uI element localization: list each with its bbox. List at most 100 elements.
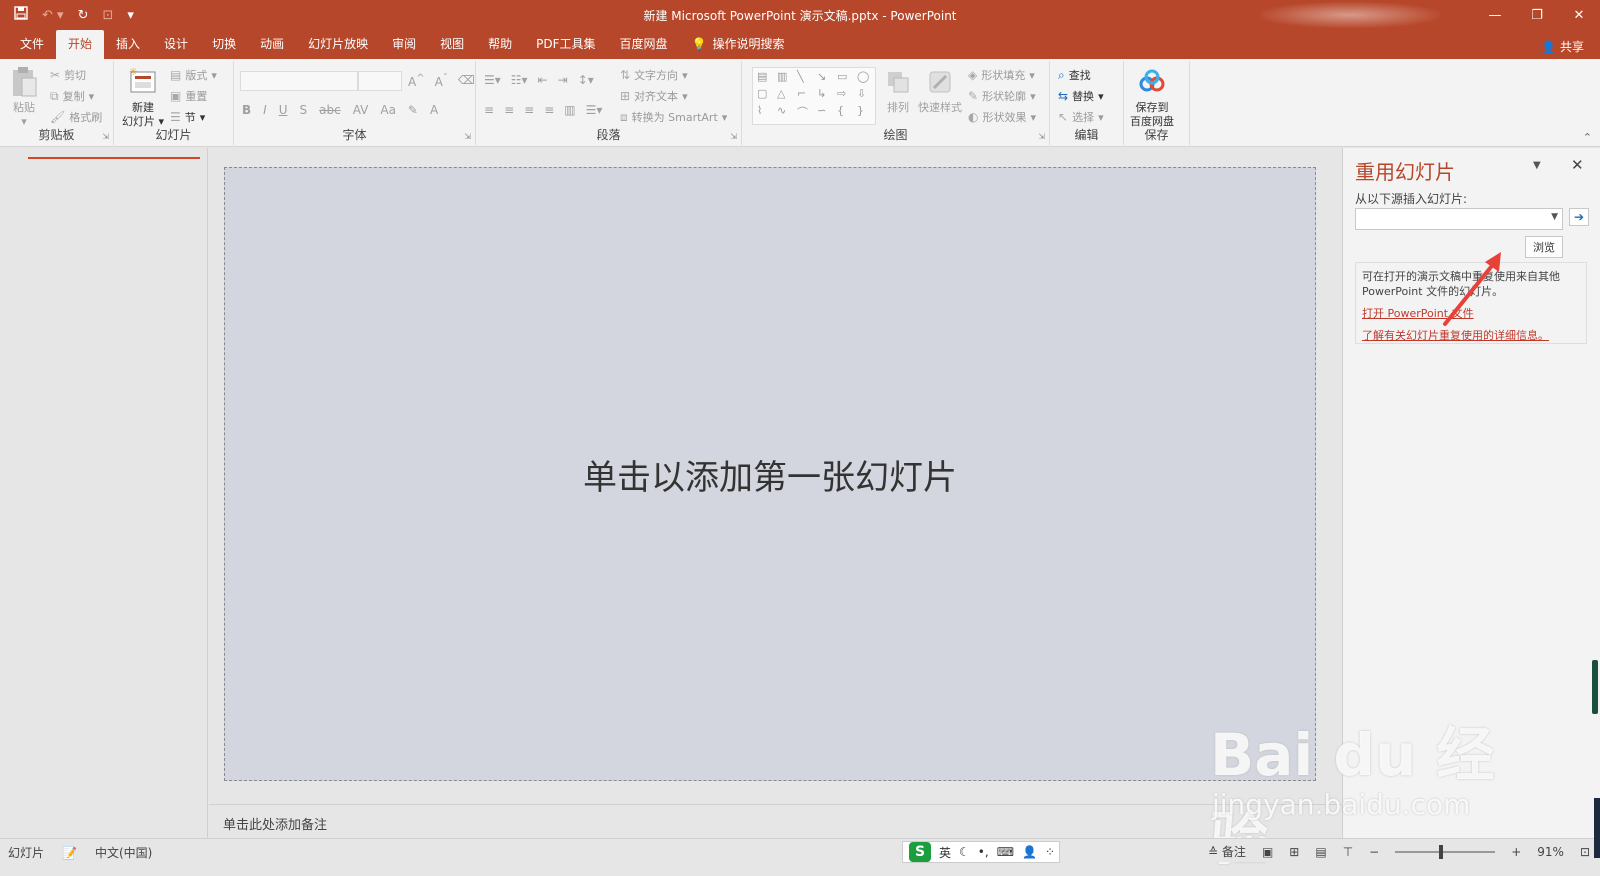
freeform-shape-icon[interactable]: ⌇ (757, 104, 775, 122)
source-input[interactable]: ▼ (1355, 208, 1563, 230)
align-text-button[interactable]: ⊞ 对齐文本 ▾ (620, 88, 688, 104)
shape-effects-button[interactable]: ◐ 形状效果 ▾ (968, 109, 1036, 125)
format-painter-button[interactable]: 🖌 格式刷 (50, 109, 102, 125)
shape-fill-button[interactable]: ◈ 形状填充 ▾ (968, 67, 1035, 83)
section-button[interactable]: ☰ 节 ▾ (170, 109, 205, 125)
go-arrow-icon[interactable]: ➔ (1569, 208, 1589, 226)
tab-baidu-netdisk[interactable]: 百度网盘 (608, 30, 680, 59)
spellcheck-icon[interactable]: 📝 (62, 846, 77, 860)
find-button[interactable]: ⌕ 查找 (1058, 67, 1091, 83)
font-size-combo[interactable] (358, 71, 402, 91)
arrange-button[interactable]: 排列 (882, 65, 914, 115)
tab-home[interactable]: 开始 (56, 30, 105, 59)
slideshow-view-icon[interactable]: ⊤ (1343, 845, 1353, 859)
moon-icon[interactable]: ☾ (959, 845, 970, 859)
font-family-combo[interactable] (240, 71, 358, 91)
paragraph-launcher-icon[interactable]: ⇲ (730, 132, 737, 141)
browse-button[interactable]: 浏览 (1525, 236, 1563, 258)
ime-lang-toggle[interactable]: 英 (939, 844, 951, 861)
curve-shape-icon[interactable]: ∿ (777, 104, 795, 122)
restore-button[interactable]: ❐ (1516, 0, 1558, 30)
right-brace-shape-icon[interactable]: } (857, 104, 875, 122)
tab-file[interactable]: 文件 (8, 30, 56, 59)
slide-canvas[interactable]: 单击以添加第一张幻灯片 (224, 167, 1316, 781)
shadow-button[interactable]: S (300, 103, 308, 117)
line-shape-icon[interactable]: ╲ (797, 70, 815, 85)
grid-menu-icon[interactable]: ⁘ (1045, 845, 1055, 859)
learn-more-link[interactable]: 了解有关幻灯片重复使用的详细信息。 (1362, 328, 1580, 343)
arrow-line-shape-icon[interactable]: ↘ (817, 70, 835, 85)
rect-shape-icon[interactable]: ▭ (837, 70, 855, 85)
minimize-button[interactable]: — (1474, 0, 1516, 30)
numbering-icon[interactable]: ☷▾ (511, 73, 528, 87)
align-center-icon[interactable]: ≡ (504, 103, 514, 117)
align-right-icon[interactable]: ≡ (524, 103, 534, 117)
rounded-rect-shape-icon[interactable]: ▢ (757, 87, 775, 102)
tab-transitions[interactable]: 切换 (200, 30, 248, 59)
reading-view-icon[interactable]: ▤ (1315, 845, 1326, 859)
text-direction-button[interactable]: ⇅ 文字方向 ▾ (620, 67, 688, 83)
tab-design[interactable]: 设计 (152, 30, 200, 59)
paste-button[interactable]: 粘贴 ▾ (8, 65, 40, 129)
shape-outline-button[interactable]: ✎ 形状轮廓 ▾ (968, 88, 1036, 104)
right-arrow-shape-icon[interactable]: ⇨ (837, 87, 855, 102)
slide-thumbnail-pane[interactable] (0, 148, 208, 838)
zoom-in-icon[interactable]: + (1511, 845, 1521, 859)
close-pane-icon[interactable]: ✕ (1571, 156, 1584, 174)
shrink-font-icon[interactable]: Aˇ (435, 73, 448, 89)
reset-button[interactable]: ▣ 重置 (170, 88, 207, 104)
char-spacing-button[interactable]: AV (353, 103, 369, 117)
zoom-level[interactable]: 91% (1537, 845, 1564, 859)
bullets-icon[interactable]: ☰▾ (484, 73, 501, 87)
font-launcher-icon[interactable]: ⇲ (464, 132, 471, 141)
line-spacing-icon[interactable]: ↕▾ (578, 73, 594, 87)
notes-placeholder[interactable]: 单击此处添加备注 (223, 814, 327, 833)
strikethrough-button[interactable]: abc (319, 103, 341, 117)
tell-me-search[interactable]: 💡 操作说明搜索 (680, 30, 797, 59)
convert-smartart-button[interactable]: ⧈ 转换为 SmartArt ▾ (620, 109, 727, 125)
tab-slideshow[interactable]: 幻灯片放映 (296, 30, 380, 59)
italic-button[interactable]: I (263, 103, 267, 117)
copy-button[interactable]: ⧉ 复制 ▾ (50, 88, 94, 104)
tab-help[interactable]: 帮助 (476, 30, 524, 59)
cut-button[interactable]: ✂ 剪切 (50, 67, 86, 83)
change-case-button[interactable]: Aa (380, 103, 396, 117)
layout-button[interactable]: ▤ 版式 ▾ (170, 67, 217, 83)
clear-format-icon[interactable]: ⌫ (458, 73, 475, 89)
bold-button[interactable]: B (242, 103, 251, 117)
sogou-logo-icon[interactable]: S (909, 842, 931, 862)
tab-insert[interactable]: 插入 (104, 30, 152, 59)
user-icon[interactable]: 👤 (1022, 845, 1037, 859)
add-first-slide-placeholder[interactable]: 单击以添加第一张幻灯片 (583, 450, 957, 499)
oval-shape-icon[interactable]: ◯ (857, 70, 875, 85)
tab-animations[interactable]: 动画 (248, 30, 296, 59)
triangle-shape-icon[interactable]: △ (777, 87, 795, 102)
zoom-out-icon[interactable]: − (1369, 845, 1379, 859)
tab-review[interactable]: 审阅 (380, 30, 428, 59)
arc-shape-icon[interactable]: ⌒ (797, 104, 815, 122)
select-button[interactable]: ↖ 选择 ▾ (1058, 109, 1104, 125)
clipboard-launcher-icon[interactable]: ⇲ (102, 132, 109, 141)
wave-shape-icon[interactable]: ∽ (817, 104, 835, 122)
zoom-slider[interactable] (1395, 844, 1496, 859)
tab-pdf-tools[interactable]: PDF工具集 (524, 30, 607, 59)
collapse-ribbon-icon[interactable]: ⌃ (1583, 131, 1592, 144)
close-button[interactable]: ✕ (1558, 0, 1600, 30)
fit-to-window-icon[interactable]: ⊡ (1580, 845, 1590, 859)
chevron-down-icon[interactable]: ▼ (1551, 212, 1558, 222)
justify-icon[interactable]: ≡ (544, 103, 554, 117)
distributed-icon[interactable]: ▥ (564, 103, 575, 117)
textbox-shape-icon[interactable]: ▤ (757, 70, 775, 85)
new-slide-button[interactable]: ✳ 新建 幻灯片 ▾ (122, 65, 164, 129)
normal-view-icon[interactable]: ▣ (1262, 845, 1273, 859)
punctuation-icon[interactable]: •, (978, 845, 989, 859)
increase-indent-icon[interactable]: ⇥ (558, 73, 568, 87)
shapes-gallery[interactable]: ▤ ▥ ╲ ↘ ▭ ◯ ▢ △ ⌐ ↳ ⇨ ⇩ ⌇ ∿ ⌒ ∽{} (752, 67, 876, 125)
highlight-icon[interactable]: ✎ (408, 103, 418, 117)
tab-view[interactable]: 视图 (428, 30, 476, 59)
grow-font-icon[interactable]: A^ (408, 73, 425, 89)
decrease-indent-icon[interactable]: ⇤ (538, 73, 548, 87)
notes-toggle[interactable]: ≙ 备注 (1208, 843, 1246, 860)
language-indicator[interactable]: 中文(中国) (95, 844, 152, 861)
underline-button[interactable]: U (279, 103, 288, 117)
